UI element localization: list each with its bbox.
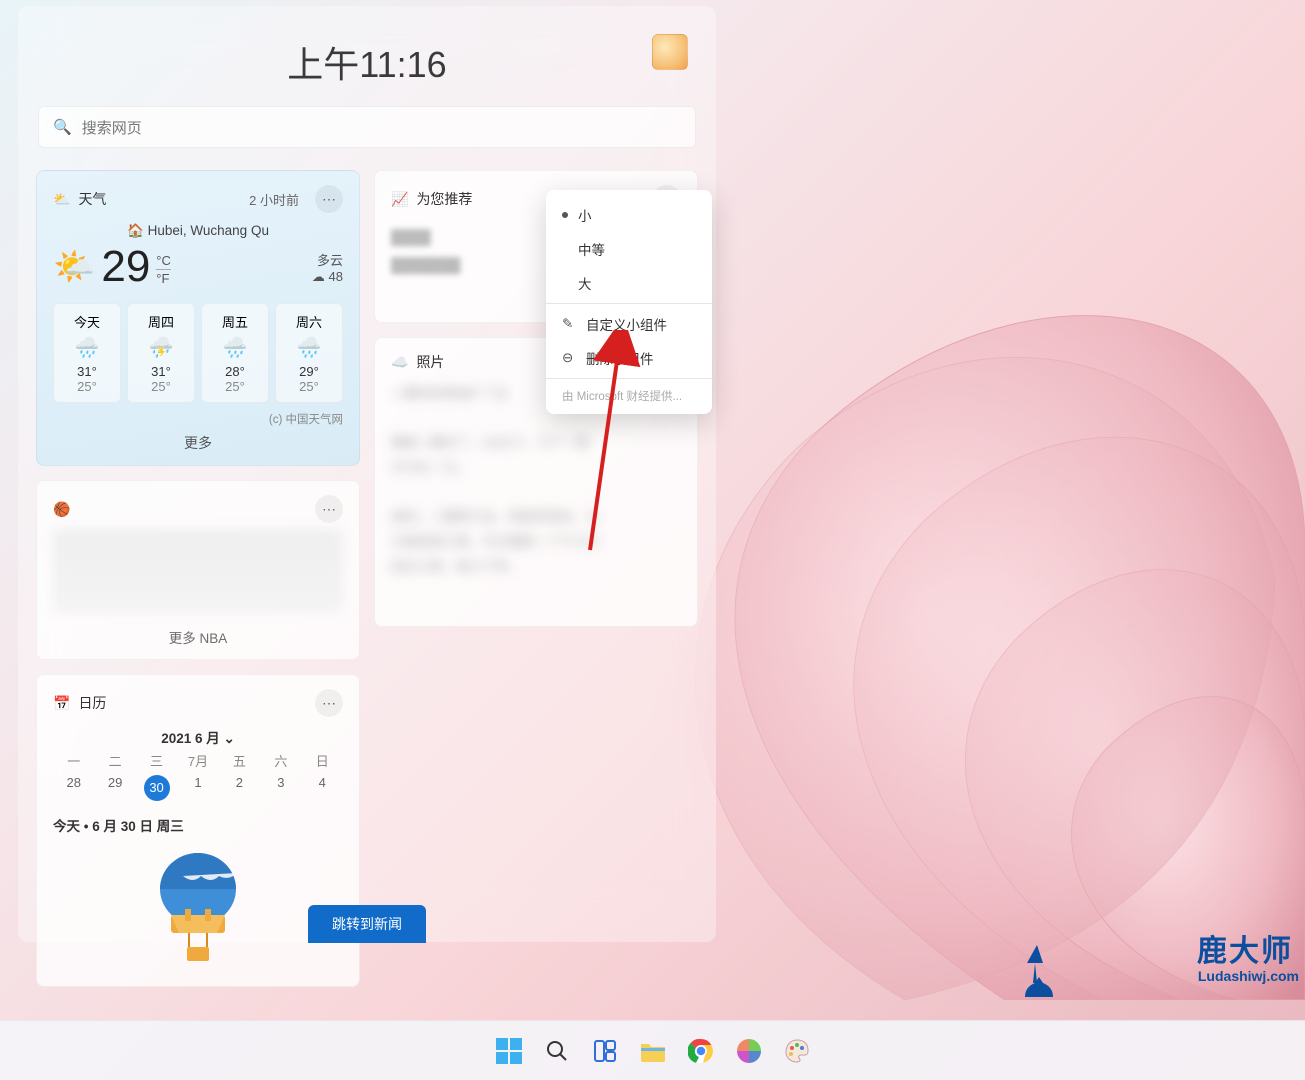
- photos-title: 照片: [416, 352, 444, 372]
- calendar-day[interactable]: 2: [219, 775, 260, 801]
- calendar-title: 日历: [78, 693, 106, 713]
- calendar-day[interactable]: 3: [260, 775, 301, 801]
- weather-attribution: (c) 中国天气网: [53, 411, 343, 427]
- search-icon: 🔍: [53, 118, 72, 136]
- remove-icon: ⊖: [562, 350, 576, 366]
- weather-units[interactable]: °C °F: [156, 253, 171, 286]
- pencil-icon: ✎: [562, 316, 576, 332]
- taskbar-widgets-icon[interactable]: [587, 1033, 623, 1069]
- sports-content-blurred: [53, 529, 343, 613]
- location-icon: 🏠: [127, 223, 144, 238]
- panel-clock: 上午11:16: [36, 6, 698, 106]
- taskbar-chrome-icon[interactable]: [683, 1033, 719, 1069]
- weather-temp: 29: [101, 245, 150, 289]
- calendar-today-line: 今天 • 6 月 30 日 周三: [53, 815, 343, 835]
- rain-icon: 🌧️: [54, 335, 120, 360]
- weather-widget[interactable]: ⛅ 天气 2 小时前 ⋯ 🏠 Hubei, Wuchang Qu 🌤️ 29 °…: [36, 170, 360, 466]
- taskbar-search-icon[interactable]: [539, 1033, 575, 1069]
- menu-size-small[interactable]: 小: [546, 198, 712, 232]
- sports-more-button[interactable]: ⋯: [315, 495, 343, 523]
- chevron-down-icon: ⌄: [224, 731, 235, 746]
- sports-widget[interactable]: 🏀 ⋯ 更多 NBA: [36, 480, 360, 660]
- widgets-panel: 上午11:16 🔍 搜索网页 ⛅ 天气 2 小时前 ⋯ 🏠 Hubei, Wuc…: [18, 6, 716, 942]
- weather-updated: 2 小时前: [249, 190, 299, 209]
- weather-condition: 多云 ☁ 48: [312, 250, 343, 285]
- user-avatar[interactable]: [652, 34, 688, 70]
- calendar-day-selected[interactable]: 30: [144, 775, 170, 801]
- sun-cloud-icon: 🌤️: [53, 247, 95, 287]
- forecast-day[interactable]: 周五 🌧️ 28° 25°: [201, 303, 269, 403]
- menu-provider-footer: 由 Microsoft 财经提供...: [546, 382, 712, 406]
- stocks-title: 为您推荐: [416, 189, 472, 209]
- menu-size-medium[interactable]: 中等: [546, 232, 712, 266]
- rain-icon: 🌧️: [202, 335, 268, 360]
- taskbar: [0, 1020, 1305, 1080]
- cloud-icon: ☁️: [391, 354, 408, 371]
- taskbar-explorer-icon[interactable]: [635, 1033, 671, 1069]
- sports-icon: 🏀: [53, 501, 70, 518]
- calendar-day[interactable]: 29: [94, 775, 135, 801]
- forecast-day[interactable]: 周四 ⛈️ 31° 25°: [127, 303, 195, 403]
- calendar-day[interactable]: 28: [53, 775, 94, 801]
- forecast-day[interactable]: 今天 🌧️ 31° 25°: [53, 303, 121, 403]
- chart-icon: 📈: [391, 191, 408, 208]
- calendar-more-button[interactable]: ⋯: [315, 689, 343, 717]
- search-input[interactable]: 🔍 搜索网页: [38, 106, 696, 148]
- weather-icon: ⛅: [53, 191, 70, 208]
- menu-size-large[interactable]: 大: [546, 266, 712, 300]
- calendar-illustration: [53, 849, 343, 974]
- jump-to-news-button[interactable]: 跳转到新闻: [308, 905, 426, 943]
- weather-forecast: 今天 🌧️ 31° 25° 周四 ⛈️ 31° 25° 周五 🌧️: [53, 303, 343, 403]
- menu-customize-widget[interactable]: ✎ 自定义小组件: [546, 307, 712, 341]
- weather-more-button[interactable]: ⋯: [315, 185, 343, 213]
- rain-icon: 🌧️: [276, 335, 342, 360]
- calendar-day[interactable]: 4: [302, 775, 343, 801]
- calendar-icon: 📅: [53, 695, 70, 712]
- taskbar-browser-icon[interactable]: [731, 1033, 767, 1069]
- weather-more-link[interactable]: 更多: [53, 433, 343, 453]
- taskbar-paint-icon[interactable]: [779, 1033, 815, 1069]
- weather-title: 天气: [78, 189, 106, 209]
- menu-remove-widget[interactable]: ⊖ 删除小组件: [546, 341, 712, 375]
- start-button[interactable]: [491, 1033, 527, 1069]
- calendar-day[interactable]: 1: [177, 775, 218, 801]
- storm-icon: ⛈️: [128, 335, 194, 360]
- weather-location: 🏠 Hubei, Wuchang Qu: [53, 223, 343, 239]
- search-placeholder: 搜索网页: [82, 117, 142, 138]
- sports-more-link[interactable]: 更多 NBA: [53, 627, 343, 647]
- watermark: 鹿大师 Ludashiwj.com: [1019, 939, 1299, 1028]
- forecast-day[interactable]: 周六 🌧️ 29° 25°: [275, 303, 343, 403]
- widget-context-menu: 小 中等 大 ✎ 自定义小组件 ⊖ 删除小组件 由 Microsoft 财经提供…: [546, 190, 712, 414]
- calendar-grid: 一 二 三 7月 五 六 日 28 29 30 1 2 3 4: [53, 751, 343, 801]
- calendar-month[interactable]: 2021 6 月 ⌄: [53, 727, 343, 747]
